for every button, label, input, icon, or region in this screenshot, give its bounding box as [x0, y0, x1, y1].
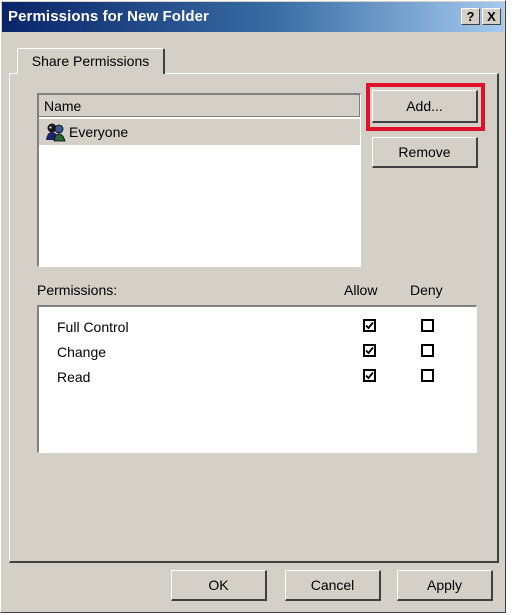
list-header-name[interactable]: Name [39, 95, 360, 117]
ok-button[interactable]: OK [171, 570, 267, 601]
title-bar[interactable]: Permissions for New Folder ? X [2, 2, 504, 32]
list-item-label: Everyone [69, 124, 129, 140]
list-item[interactable]: Everyone [39, 119, 360, 145]
user-group-icon [46, 123, 66, 142]
allow-read-checkbox[interactable] [363, 369, 376, 382]
ok-button-label: OK [208, 577, 229, 593]
tab-share-permissions[interactable]: Share Permissions [17, 48, 165, 74]
remove-button[interactable]: Remove [372, 137, 478, 168]
remove-button-label: Remove [398, 144, 451, 160]
add-button[interactable]: Add... [372, 90, 478, 123]
help-icon: ? [466, 9, 475, 24]
deny-change-checkbox[interactable] [421, 344, 434, 357]
permission-label: Full Control [57, 319, 129, 335]
permission-row-full-control: Full Control [57, 316, 129, 338]
allow-change-checkbox[interactable] [363, 344, 376, 357]
window-title: Permissions for New Folder [8, 8, 209, 25]
checkmark-icon [365, 371, 374, 380]
permission-row-change: Change [57, 341, 106, 363]
permission-label: Change [57, 344, 107, 360]
deny-full-control-checkbox[interactable] [421, 319, 434, 332]
allow-full-control-checkbox[interactable] [363, 319, 376, 332]
close-button[interactable]: X [482, 8, 501, 25]
apply-button-label: Apply [426, 577, 463, 593]
allow-header: Allow [344, 282, 378, 298]
cancel-button-label: Cancel [310, 577, 355, 593]
permissions-dialog: Permissions for New Folder ? X Share Per… [0, 0, 506, 613]
cancel-button[interactable]: Cancel [285, 570, 381, 601]
add-button-label: Add... [406, 98, 443, 114]
help-button[interactable]: ? [461, 8, 480, 25]
tab-label: Share Permissions [31, 53, 150, 69]
checkmark-icon [365, 346, 374, 355]
apply-button[interactable]: Apply [397, 570, 493, 601]
permission-row-read: Read [57, 366, 90, 388]
list-header-label: Name [44, 98, 82, 114]
checkmark-icon [365, 321, 374, 330]
deny-header: Deny [410, 282, 443, 298]
deny-read-checkbox[interactable] [421, 369, 434, 382]
users-listbox[interactable]: Name Everyone [37, 93, 361, 267]
permissions-heading: Permissions: [37, 282, 118, 298]
permissions-list: Full Control Change Read [37, 305, 477, 453]
permission-label: Read [57, 369, 91, 385]
close-icon: X [487, 9, 496, 24]
